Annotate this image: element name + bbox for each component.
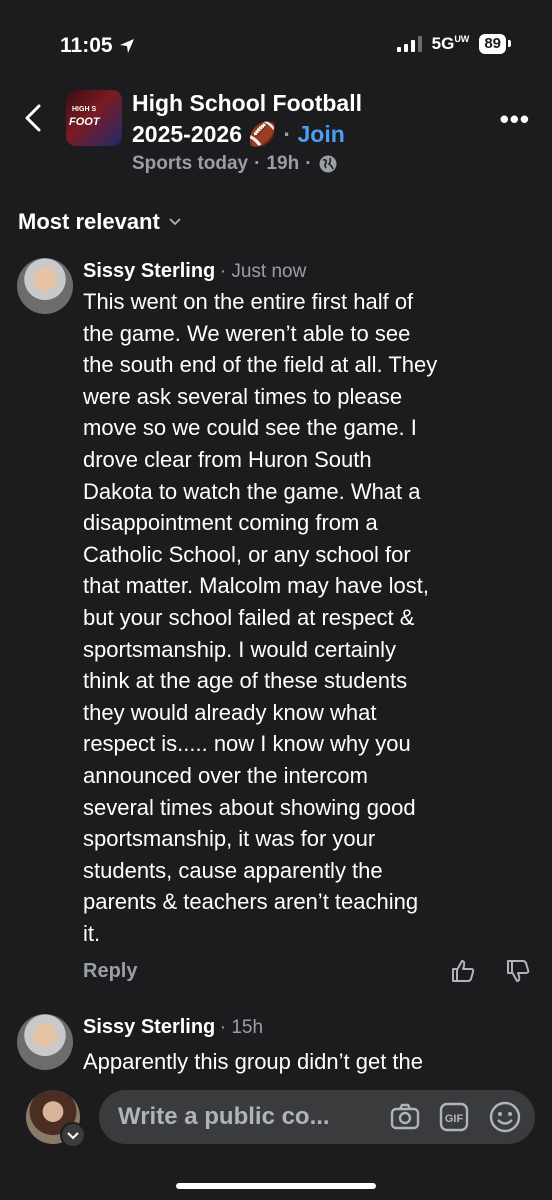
status-indicators: 5GUW 89 — [396, 34, 511, 54]
comment-body: Apparently this group didn’t get the — [83, 1046, 533, 1078]
comment-line: announced over the intercom — [83, 762, 368, 788]
status-time-label: 11:05 — [60, 34, 113, 57]
sort-label: Most relevant — [18, 209, 160, 234]
battery-icon: 89 — [479, 34, 511, 54]
group-name-line2: 2025-2026 🏈 — [132, 121, 278, 147]
chevron-down-icon[interactable] — [60, 1122, 86, 1148]
comment-line: several times about showing good — [83, 794, 416, 820]
comment-body: This went on the entire first half of th… — [83, 286, 533, 949]
cellular-signal-icon — [396, 36, 422, 52]
comment-line: students, cause apparently the — [83, 857, 383, 883]
thumb-text-big: FOOT — [69, 116, 100, 128]
comment-line: think at the age of these students — [83, 668, 408, 694]
comment-line: drove clear from Huron South — [83, 446, 372, 472]
comment-line: it. — [83, 920, 101, 946]
back-arrow-icon[interactable] — [22, 103, 46, 133]
network-sub-label: UW — [454, 34, 470, 44]
camera-icon[interactable] — [389, 1101, 421, 1133]
svg-text:GIF: GIF — [445, 1113, 464, 1125]
comment-line: move so we could see the game. I — [83, 415, 417, 441]
comment-author[interactable]: Sissy Sterling — [83, 1016, 215, 1038]
network-type: 5GUW — [432, 34, 470, 54]
comment-line: they would already know what — [83, 699, 377, 725]
sort-dropdown[interactable]: Most relevant — [18, 209, 182, 235]
comment-line: were ask several times to please — [83, 383, 403, 409]
title-separator: · — [283, 121, 292, 147]
home-indicator[interactable] — [176, 1183, 376, 1189]
comment-header: Sissy Sterling · Just now — [83, 260, 306, 283]
comment-line: disappointment coming from a — [83, 510, 378, 536]
thumbs-down-icon[interactable] — [505, 958, 531, 984]
comment-line: Dakota to watch the game. What a — [83, 478, 421, 504]
comment-line: that matter. Malcolm may have lost, — [83, 573, 430, 599]
comment-line: This went on the entire first half of — [83, 289, 414, 314]
globe-icon — [319, 155, 337, 173]
location-arrow-icon — [119, 39, 134, 53]
comment-line: the south end of the field at all. They — [83, 352, 438, 378]
comment-line: sportsmanship. I would certainly — [83, 636, 397, 662]
age-label: 19h — [266, 153, 300, 174]
comment-time: · Just now — [219, 261, 307, 282]
avatar[interactable] — [17, 1014, 73, 1070]
group-title[interactable]: High School Football 2025-2026 🏈 · Join — [132, 88, 462, 150]
network-label: 5G — [431, 34, 455, 53]
thumb-text-small: HIGH S — [72, 106, 97, 113]
comment-author[interactable]: Sissy Sterling — [83, 260, 215, 282]
chevron-down-icon — [169, 218, 181, 226]
group-thumbnail[interactable]: HIGH S FOOT — [66, 90, 122, 146]
comment-line: respect is..... now I know why you — [83, 731, 411, 757]
comment-line: Apparently this group didn’t get the — [83, 1049, 424, 1074]
group-subtitle: Sports today · 19h · — [132, 153, 338, 175]
subtitle-separator-1: · — [254, 153, 261, 174]
comment-time: · 15h — [219, 1017, 264, 1038]
comment-line: Catholic School, or any school for — [83, 541, 411, 567]
emoji-icon[interactable] — [488, 1100, 522, 1134]
thumbs-up-icon[interactable] — [450, 958, 476, 984]
comment-line: sportsmanship, it was for your — [83, 826, 376, 852]
comment-input[interactable]: Write a public co... — [118, 1103, 330, 1131]
gif-icon[interactable]: GIF — [439, 1102, 469, 1132]
comment-header: Sissy Sterling · 15h — [83, 1016, 263, 1039]
comment-line: but your school failed at respect & — [83, 604, 415, 630]
avatar[interactable] — [17, 258, 73, 314]
comment-line: the game. We weren’t able to see — [83, 320, 411, 346]
join-link[interactable]: Join — [297, 121, 344, 147]
more-options-icon[interactable]: ••• — [500, 104, 530, 135]
comment-line: parents & teachers aren’t teaching — [83, 889, 419, 915]
group-name-line1: High School Football — [132, 90, 362, 116]
source-label: Sports today — [132, 153, 249, 174]
subtitle-separator-2: · — [305, 153, 312, 174]
status-time: 11:05 — [60, 34, 135, 58]
reply-button[interactable]: Reply — [83, 960, 137, 983]
